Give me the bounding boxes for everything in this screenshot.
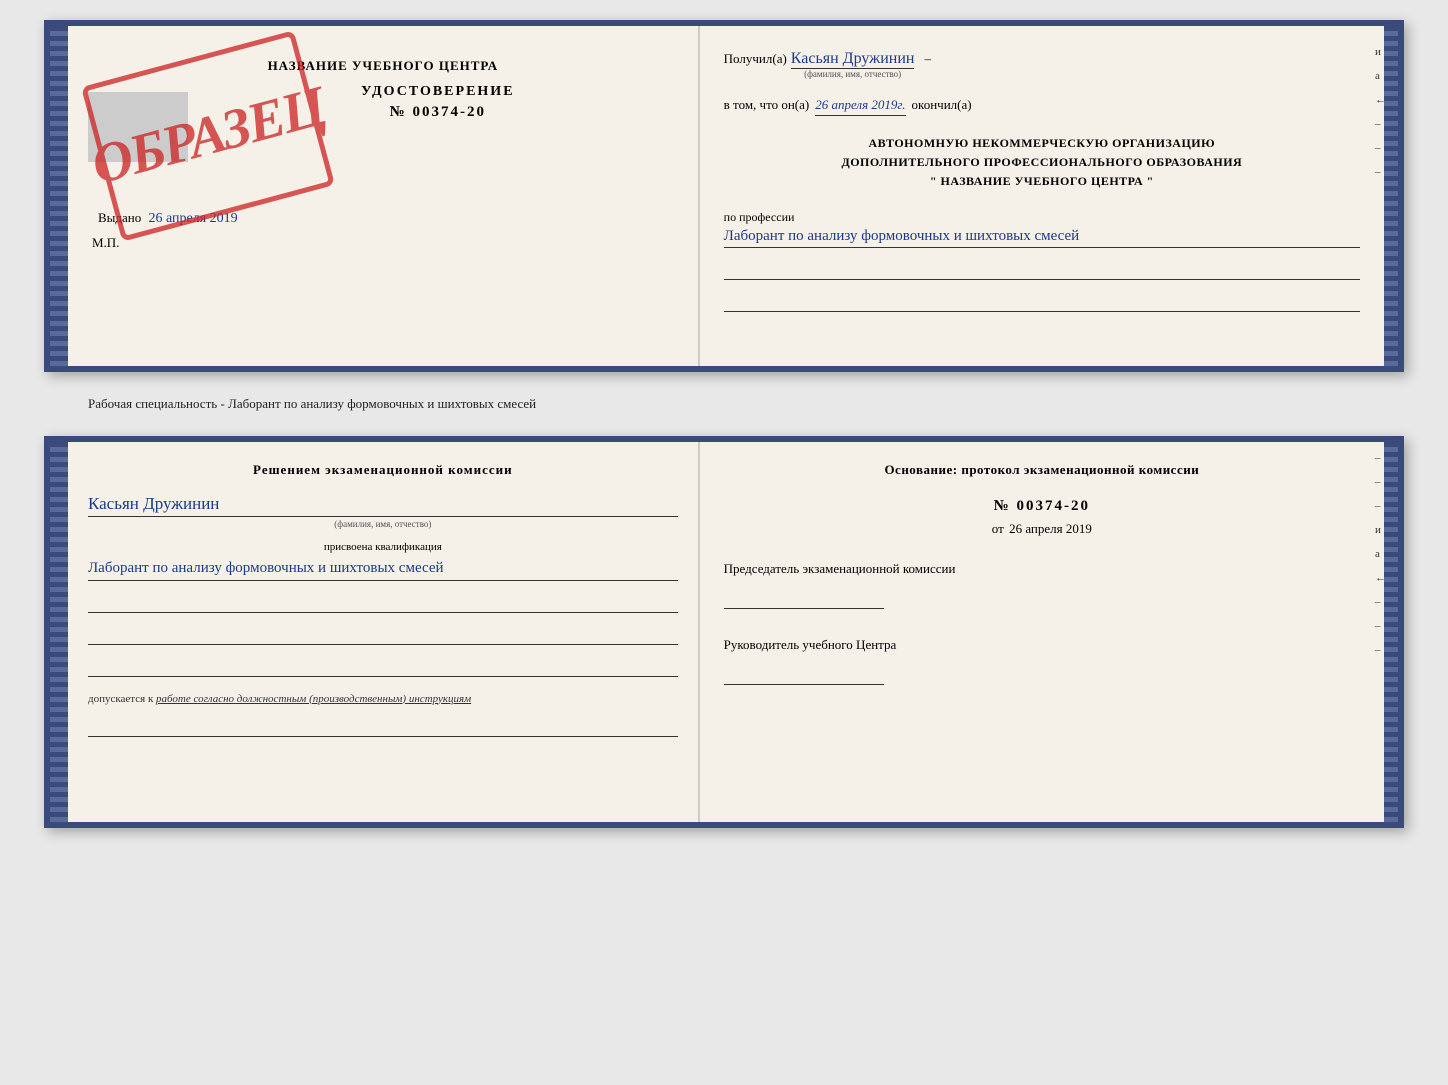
protocol-number: № 00374-20 <box>724 498 1360 515</box>
mark-a: а <box>1375 70 1386 82</box>
org-line2: ДОПОЛНИТЕЛЬНОГО ПРОФЕССИОНАЛЬНОГО ОБРАЗО… <box>724 153 1360 172</box>
received-sublabel: (фамилия, имя, отчество) <box>804 69 901 79</box>
chairman-block: Председатель экзаменационной комиссии <box>724 561 1360 609</box>
bmark-i: и <box>1375 524 1386 536</box>
допускается-underline: работе согласно должностным (производств… <box>156 693 471 705</box>
completed-label: окончил(а) <box>912 97 972 113</box>
cert-number: № 00374-20 <box>198 104 678 121</box>
spine-left-top <box>50 26 68 366</box>
bottom-document: Решением экзаменационной комиссии Касьян… <box>44 436 1404 828</box>
side-marks-top: и а ← – – – <box>1375 46 1386 178</box>
completed-date: 26 апреля 2019г. <box>815 97 905 116</box>
protocol-date: от 26 апреля 2019 <box>724 521 1360 537</box>
top-doc-right: Получил(а) Касьян Дружинин (фамилия, имя… <box>700 26 1384 366</box>
decision-title: Решением экзаменационной комиссии <box>88 462 678 478</box>
bmark-d5: – <box>1375 620 1386 632</box>
mark-dash2: – <box>1375 142 1386 154</box>
chairman-label: Председатель экзаменационной комиссии <box>724 561 1360 577</box>
profession-handwritten: Лаборант по анализу формовочных и шихтов… <box>724 225 1360 249</box>
bottom-doc-right: Основание: протокол экзаменационной коми… <box>700 442 1384 822</box>
photo-placeholder <box>88 92 188 162</box>
date-line: в том, что он(а) 26 апреля 2019г. окончи… <box>724 97 1360 116</box>
chairman-signature <box>724 585 884 609</box>
допускается-line: допускается к работе согласно должностны… <box>88 693 678 705</box>
qualification-text: Лаборант по анализу формовочных и шихтов… <box>88 557 678 581</box>
received-line: Получил(а) Касьян Дружинин (фамилия, имя… <box>724 50 1360 79</box>
mark-dash1: – <box>1375 118 1386 130</box>
bottom-name: Касьян Дружинин <box>88 494 678 517</box>
допускается-label: допускается к <box>88 693 153 705</box>
mark-i: и <box>1375 46 1386 58</box>
underline-b2 <box>88 627 678 645</box>
underline2 <box>724 294 1360 312</box>
bmark-d6: – <box>1375 644 1386 656</box>
underline-b1 <box>88 595 678 613</box>
underline1 <box>724 262 1360 280</box>
dash1: – <box>924 51 931 67</box>
cert-label: УДОСТОВЕРЕНИЕ <box>198 84 678 100</box>
in-that-label: в том, что он(а) <box>724 97 810 113</box>
issued-date: 26 апреля 2019 <box>149 211 238 226</box>
issued-line: Выдано 26 апреля 2019 <box>98 210 678 227</box>
cert-title: НАЗВАНИЕ УЧЕБНОГО ЦЕНТРА <box>88 58 678 74</box>
separator-text: Рабочая специальность - Лаборант по анал… <box>88 388 536 420</box>
qualification-label: присвоена квалификация <box>88 541 678 553</box>
head-signature <box>724 661 884 685</box>
issued-label: Выдано <box>98 210 141 225</box>
bmark-a: а <box>1375 548 1386 560</box>
mark-arrow: ← <box>1375 94 1386 106</box>
bmark-arrow: ← <box>1375 572 1386 584</box>
mp-label: М.П. <box>92 235 678 251</box>
bmark-d4: – <box>1375 596 1386 608</box>
head-block: Руководитель учебного Центра <box>724 637 1360 685</box>
mark-dash3: – <box>1375 166 1386 178</box>
bottom-doc-left: Решением экзаменационной комиссии Касьян… <box>68 442 700 822</box>
org-line3: " НАЗВАНИЕ УЧЕБНОГО ЦЕНТРА " <box>724 172 1360 191</box>
top-document: НАЗВАНИЕ УЧЕБНОГО ЦЕНТРА УДОСТОВЕРЕНИЕ №… <box>44 20 1404 372</box>
name-container: Касьян Дружинин (фамилия, имя, отчество) <box>88 494 678 529</box>
date-from-label: от <box>992 521 1004 536</box>
bmark-d2: – <box>1375 476 1386 488</box>
bmark-d3: – <box>1375 500 1386 512</box>
spine-right-bottom <box>1384 442 1398 822</box>
underline-b4 <box>88 719 678 737</box>
date-value: 26 апреля 2019 <box>1009 521 1092 536</box>
spine-left-bottom <box>50 442 68 822</box>
received-label: Получил(а) <box>724 51 787 67</box>
top-doc-left: НАЗВАНИЕ УЧЕБНОГО ЦЕНТРА УДОСТОВЕРЕНИЕ №… <box>68 26 700 366</box>
basis-label: Основание: протокол экзаменационной коми… <box>724 462 1360 478</box>
profession-block: по профессии Лаборант по анализу формово… <box>724 210 1360 249</box>
profession-label: по профессии <box>724 210 795 224</box>
head-label: Руководитель учебного Центра <box>724 637 1360 653</box>
separator-row: Рабочая специальность - Лаборант по анал… <box>44 388 1404 420</box>
received-name: Касьян Дружинин <box>791 50 915 69</box>
org-line1: АВТОНОМНУЮ НЕКОММЕРЧЕСКУЮ ОРГАНИЗАЦИЮ <box>724 134 1360 153</box>
side-marks-bottom: – – – и а ← – – – <box>1375 452 1386 656</box>
underline-b3 <box>88 659 678 677</box>
spine-right-top <box>1384 26 1398 366</box>
org-block: АВТОНОМНУЮ НЕКОММЕРЧЕСКУЮ ОРГАНИЗАЦИЮ ДО… <box>724 134 1360 192</box>
name-sublabel: (фамилия, имя, отчество) <box>88 519 678 529</box>
bmark-d1: – <box>1375 452 1386 464</box>
